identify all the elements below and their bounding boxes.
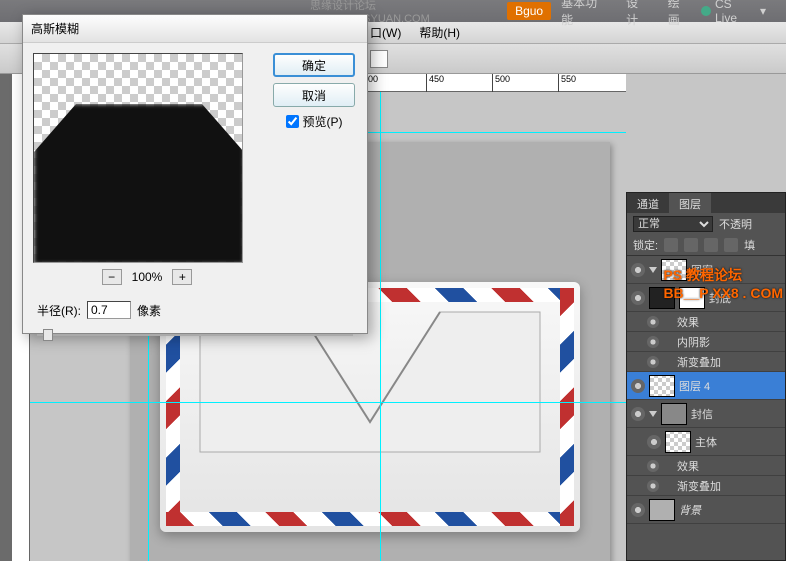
- left-toolbar[interactable]: [0, 74, 12, 561]
- layer-row-bg[interactable]: 背景: [627, 496, 785, 524]
- preview-checkbox-label[interactable]: 预览(P): [286, 113, 343, 130]
- eye-icon[interactable]: [631, 291, 645, 305]
- topbar-tab-paint[interactable]: 绘画: [660, 0, 700, 30]
- ruler-tick: 550: [558, 74, 576, 92]
- radius-input[interactable]: [87, 301, 131, 319]
- radius-unit: 像素: [137, 302, 161, 319]
- radius-slider[interactable]: [37, 327, 353, 343]
- eye-icon[interactable]: [647, 336, 659, 348]
- tab-channels[interactable]: 通道: [627, 193, 669, 213]
- layers-panel: 通道 图层 正常 不透明 锁定: 填 PS 教程论坛 BB__P XX8 . C…: [626, 192, 786, 561]
- eye-icon[interactable]: [647, 435, 661, 449]
- cslive-label: CS Live: [715, 0, 756, 25]
- dialog-title: 高斯模糊: [31, 20, 79, 37]
- watermark-overlay: PS 教程论坛 BB__P XX8 . COM: [663, 265, 783, 301]
- ok-button[interactable]: 确定: [273, 53, 355, 77]
- fx-row[interactable]: 效果: [627, 312, 785, 332]
- layer-thumb: [665, 431, 691, 453]
- fx-row[interactable]: 内阴影: [627, 332, 785, 352]
- eye-icon[interactable]: [631, 379, 645, 393]
- menu-help[interactable]: 帮助(H): [419, 24, 460, 41]
- cslive-icon: [701, 6, 711, 16]
- cslive-menu[interactable]: CS Live ▾: [701, 0, 766, 25]
- dialog-titlebar[interactable]: 高斯模糊: [23, 15, 367, 43]
- zoom-in-button[interactable]: +: [172, 269, 192, 285]
- lock-pixel-icon[interactable]: [684, 238, 698, 252]
- fx-row[interactable]: 渐变叠加: [627, 352, 785, 372]
- eye-icon[interactable]: [631, 263, 645, 277]
- slider-handle[interactable]: [43, 329, 53, 341]
- eye-icon[interactable]: [647, 316, 659, 328]
- fx-row[interactable]: 效果: [627, 456, 785, 476]
- envelope-border-bottom: [166, 512, 574, 526]
- folder-icon: [661, 403, 687, 425]
- preview-shape: [34, 104, 243, 263]
- guide-vertical[interactable]: [380, 92, 381, 561]
- lock-row: 锁定: 填: [627, 235, 785, 256]
- tab-layers[interactable]: 图层: [669, 193, 711, 213]
- eye-icon[interactable]: [631, 407, 645, 421]
- guide-horizontal[interactable]: [30, 402, 626, 403]
- radius-row: 半径(R): 像素: [23, 295, 367, 325]
- lock-label: 锁定:: [633, 237, 658, 253]
- fill-label: 填: [744, 237, 755, 253]
- topbar-tab-basic[interactable]: 基本功能: [553, 0, 616, 30]
- layer-row-zhuti[interactable]: 主体: [627, 428, 785, 456]
- preview-box[interactable]: [33, 53, 243, 263]
- eye-icon[interactable]: [631, 503, 645, 517]
- blend-mode-row: 正常 不透明: [627, 213, 785, 235]
- preview-checkbox[interactable]: [286, 115, 299, 128]
- blend-mode-select[interactable]: 正常: [633, 216, 713, 232]
- eye-icon[interactable]: [647, 480, 659, 492]
- radius-label: 半径(R):: [37, 302, 81, 319]
- panel-tabs: 通道 图层: [627, 193, 785, 213]
- opacity-label: 不透明: [719, 216, 752, 232]
- lock-all-icon[interactable]: [724, 238, 738, 252]
- zoom-level: 100%: [132, 270, 163, 284]
- eye-icon[interactable]: [647, 356, 659, 368]
- slider-track: [37, 334, 353, 336]
- cancel-button[interactable]: 取消: [273, 83, 355, 107]
- layer-row-layer4[interactable]: 图层 4: [627, 372, 785, 400]
- layer-thumb: [649, 499, 675, 521]
- layer-row-fengxin[interactable]: 封信: [627, 400, 785, 428]
- layer-thumb: [649, 375, 675, 397]
- zoom-out-button[interactable]: −: [102, 269, 122, 285]
- eye-icon[interactable]: [647, 460, 659, 472]
- chevron-down-icon: ▾: [760, 4, 766, 18]
- expand-icon[interactable]: [649, 411, 657, 417]
- expand-icon[interactable]: [649, 267, 657, 273]
- topbar-tab-bguo[interactable]: Bguo: [507, 2, 551, 20]
- lock-transparent-icon[interactable]: [664, 238, 678, 252]
- option-swatch[interactable]: [370, 50, 388, 68]
- gaussian-blur-dialog: 高斯模糊 − 100% + 确定 取消 预览(P) 半径(R): 像素: [22, 14, 368, 334]
- lock-position-icon[interactable]: [704, 238, 718, 252]
- ruler-tick: 500: [492, 74, 510, 92]
- menu-window[interactable]: 口(W): [370, 24, 401, 41]
- topbar-tab-design[interactable]: 设计: [618, 0, 658, 30]
- ruler-tick: 450: [426, 74, 444, 92]
- fx-row[interactable]: 渐变叠加: [627, 476, 785, 496]
